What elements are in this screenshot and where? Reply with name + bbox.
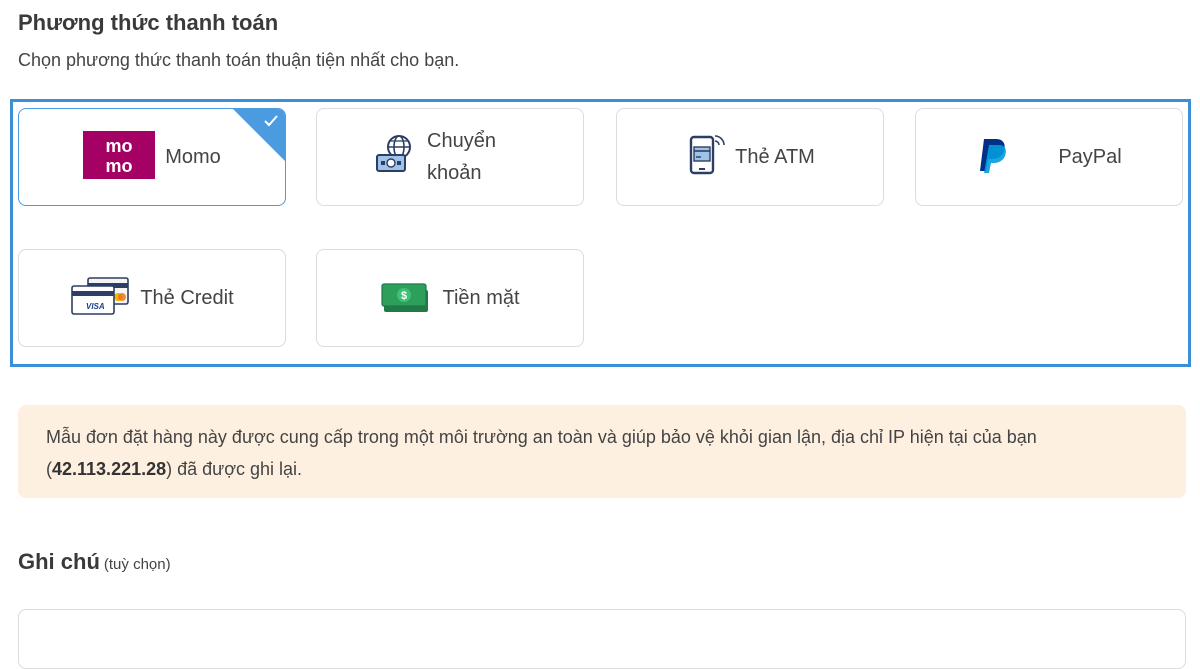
- payment-option-cash[interactable]: $ Tiền mặt: [316, 249, 584, 347]
- bank-transfer-icon: [373, 133, 417, 182]
- security-notice: Mẫu đơn đặt hàng này được cung cấp trong…: [18, 405, 1186, 498]
- ip-address: 42.113.221.28: [52, 459, 167, 479]
- payment-option-label: Tiền mặt: [442, 287, 520, 309]
- notice-text-after: ) đã được ghi lại.: [166, 459, 303, 479]
- momo-logo-icon: mo mo: [83, 130, 156, 184]
- page-subtitle: Chọn phương thức thanh toán thuận tiện n…: [18, 50, 460, 70]
- svg-text:$: $: [401, 290, 407, 302]
- paypal-logo-icon: [976, 135, 1012, 180]
- momo-logo-text-top: mo: [106, 136, 133, 156]
- payment-option-label: Momo: [165, 146, 221, 168]
- note-label: Ghi chú: [18, 549, 100, 574]
- check-icon: [263, 113, 279, 129]
- payment-option-label: Thẻ Credit: [140, 287, 234, 309]
- payment-option-bank-transfer[interactable]: Chuyển khoản: [316, 108, 584, 206]
- payment-option-label: PayPal: [1058, 146, 1122, 168]
- atm-card-icon: [685, 133, 725, 182]
- svg-text:VISA: VISA: [86, 302, 105, 311]
- note-section-label: Ghi chú (tuỳ chọn): [18, 549, 171, 575]
- note-input[interactable]: [18, 609, 1186, 669]
- payment-option-label: Chuyển khoản: [427, 130, 496, 184]
- note-optional-hint: (tuỳ chọn): [103, 556, 171, 573]
- payment-option-atm[interactable]: Thẻ ATM: [616, 108, 884, 206]
- payment-option-credit-card[interactable]: VISA Thẻ Credit: [18, 249, 286, 347]
- momo-logo-text-bottom: mo: [106, 156, 133, 176]
- payment-option-momo[interactable]: mo mo Momo: [18, 108, 286, 206]
- page-title: Phương thức thanh toán: [18, 10, 279, 35]
- cash-icon: $: [380, 276, 432, 321]
- payment-option-paypal[interactable]: PayPal: [915, 108, 1183, 206]
- credit-card-icon: VISA: [70, 276, 130, 321]
- payment-option-label: Thẻ ATM: [735, 146, 815, 168]
